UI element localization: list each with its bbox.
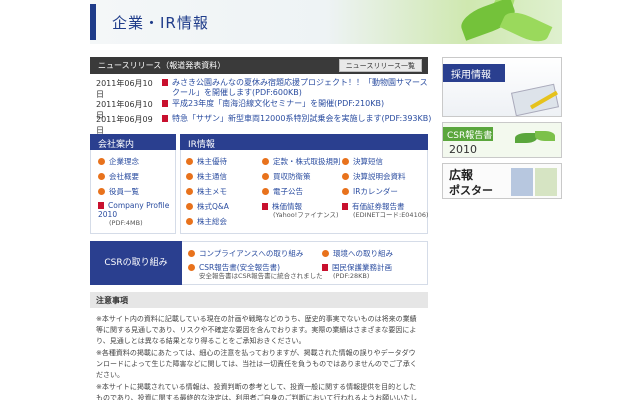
sprout-icon	[515, 133, 537, 143]
header-accent-bar	[90, 4, 96, 40]
csr-tab[interactable]: CSRの取り組み	[90, 241, 182, 285]
arrow-icon	[342, 188, 349, 195]
ir-link[interactable]: 株主優待	[186, 157, 227, 166]
ir-link[interactable]: 株主総会	[186, 217, 227, 226]
pdf-icon	[162, 100, 168, 107]
notice-paragraph: ※各種資料の掲載にあたっては、細心の注意を払っておりますが、掲載された情報の誤り…	[96, 349, 417, 379]
poster-label-top: 広報	[449, 168, 474, 182]
link-philosophy[interactable]: 企業理念	[98, 157, 139, 166]
link-officers[interactable]: 役員一覧	[98, 187, 139, 196]
news-release-header: ニュースリリース（報道発表資料） ニュースリリース一覧	[90, 57, 428, 74]
arrow-icon	[186, 203, 193, 210]
arrow-icon	[342, 158, 349, 165]
arrow-icon	[262, 188, 269, 195]
news-release-heading: ニュースリリース（報道発表資料）	[98, 61, 226, 70]
csr-link-environment[interactable]: 環境への取り組み	[322, 249, 393, 258]
pdf-icon	[262, 203, 268, 210]
notice-paragraph: ※本サイトに掲載されている情報は、投資判断の参考として、投資一般に関する情報提供…	[96, 383, 418, 400]
poster-thumbnail	[535, 168, 557, 196]
csr-report-label: CSR報告書	[447, 131, 493, 141]
arrow-icon	[186, 188, 193, 195]
news-date: 2011年06月10日	[96, 79, 153, 99]
news-link[interactable]: 平成23年度「南海沿線文化セミナー」を開催(PDF:210KB)	[172, 99, 432, 109]
csr-link-report[interactable]: CSR報告書(安全報告書) 安全報告書はCSR報告書に統合されました	[188, 263, 323, 281]
recruit-banner[interactable]: 採用情報	[442, 57, 562, 117]
news-link[interactable]: みさき公園みんなの夏休み宿題応援プロジェクト！！「動物園サマースクール」を開催し…	[172, 78, 432, 98]
company-heading: 会社案内	[90, 134, 176, 150]
arrow-icon	[342, 173, 349, 180]
ir-link[interactable]: IRカレンダー	[342, 187, 398, 196]
page: 企業・IR情報 ニュースリリース（報道発表資料） ニュースリリース一覧 2011…	[90, 0, 562, 400]
notebook-icon	[510, 83, 560, 116]
pdf-icon	[98, 202, 104, 209]
ir-heading: IR情報	[180, 134, 428, 150]
ir-link-securities-report[interactable]: 有価証券報告書 (EDINETコード:E04106)	[342, 202, 429, 220]
notice-heading: 注意事項	[90, 292, 428, 308]
poster-thumbnail	[511, 168, 533, 196]
ir-link[interactable]: 株主メモ	[186, 187, 227, 196]
ir-link[interactable]: 決算説明会資料	[342, 172, 406, 181]
notice-paragraph: ※本サイト内の資料に記載している現在の計画や戦略などのうち、歴史的事実でないもの…	[96, 315, 417, 345]
ir-link[interactable]: 株式Q&A	[186, 202, 229, 211]
arrow-icon	[98, 173, 105, 180]
arrow-icon	[188, 264, 195, 271]
ir-link[interactable]: 買収防衛策	[262, 172, 311, 181]
arrow-icon	[186, 218, 193, 225]
link-overview[interactable]: 会社概要	[98, 172, 139, 181]
csr-link-compliance[interactable]: コンプライアンスへの取り組み	[188, 249, 303, 258]
arrow-icon	[98, 158, 105, 165]
csr-report-banner[interactable]: CSR報告書 2010	[442, 122, 562, 158]
page-header: 企業・IR情報	[90, 0, 562, 44]
ir-link[interactable]: 定款・株式取扱規則	[262, 157, 341, 166]
pdf-icon	[162, 79, 168, 86]
arrow-icon	[322, 250, 329, 257]
news-list-button[interactable]: ニュースリリース一覧	[338, 59, 422, 72]
recruit-label: 採用情報	[451, 70, 491, 81]
arrow-icon	[186, 158, 193, 165]
news-link[interactable]: 特急「サザン」新型車両12000系特別試乗会を実施します(PDF:393KB)	[172, 114, 432, 124]
leaf-decoration	[499, 6, 553, 44]
ir-link[interactable]: 電子公告	[262, 187, 303, 196]
ir-link[interactable]: 株主通信	[186, 172, 227, 181]
news-date: 2011年06月09日	[96, 115, 153, 135]
ir-link[interactable]: 決算短信	[342, 157, 383, 166]
pdf-icon	[342, 203, 348, 210]
page-title: 企業・IR情報	[112, 14, 209, 32]
sprout-icon	[535, 131, 555, 141]
link-company-profile[interactable]: Company Profile 2010 (PDF:4MB)	[98, 201, 174, 228]
csr-report-year: 2010	[449, 143, 477, 156]
arrow-icon	[186, 173, 193, 180]
poster-banner[interactable]: 広報 ポスター	[442, 163, 562, 199]
pdf-icon	[162, 115, 168, 122]
csr-link-civil-protection[interactable]: 国民保護業務計画 (PDF:28KB)	[322, 263, 392, 281]
arrow-icon	[188, 250, 195, 257]
arrow-icon	[262, 173, 269, 180]
poster-label-bottom: ポスター	[449, 184, 493, 197]
pdf-icon	[322, 264, 328, 271]
arrow-icon	[262, 158, 269, 165]
ir-link-stock-price[interactable]: 株価情報 (Yahoo!ファイナンス)	[262, 202, 339, 220]
arrow-icon	[98, 188, 105, 195]
